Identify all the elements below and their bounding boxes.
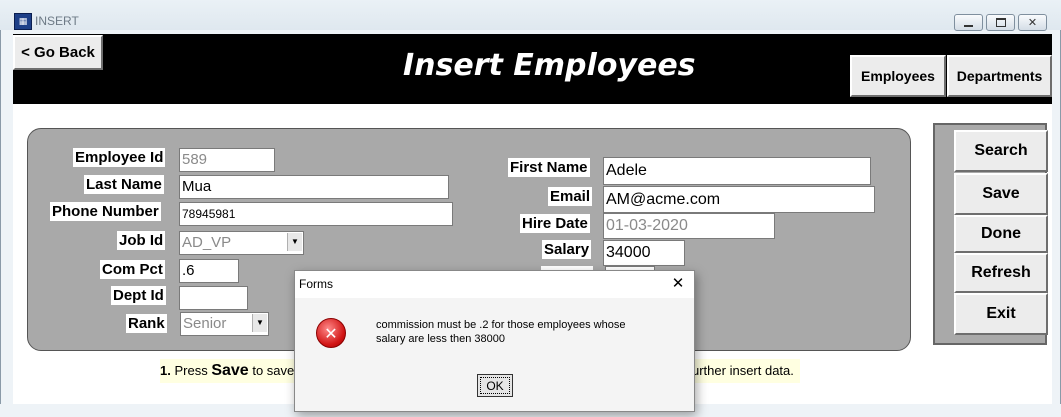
close-button[interactable]: ✕ — [1018, 14, 1047, 31]
rank-value: Senior — [183, 315, 227, 332]
chevron-down-icon[interactable]: ▼ — [287, 233, 302, 251]
save-button[interactable]: Save — [954, 173, 1048, 215]
phone-number-field[interactable]: 78945981 — [179, 202, 453, 226]
phone-number-label: Phone Number — [50, 202, 161, 221]
hire-date-label: Hire Date — [520, 214, 590, 233]
instruction-press: Press — [174, 363, 208, 378]
dept-id-label: Dept Id — [111, 286, 166, 305]
minimize-button[interactable] — [954, 14, 983, 31]
go-back-button[interactable]: < Go Back — [13, 35, 103, 70]
minimize-icon — [964, 24, 973, 27]
done-button[interactable]: Done — [954, 215, 1048, 253]
dialog-close-icon[interactable]: ✕ — [669, 274, 687, 292]
title-bar: ▦ INSERT ✕ — [0, 0, 1061, 31]
last-name-label: Last Name — [84, 175, 164, 194]
email-label: Email — [548, 187, 593, 206]
salary-label: Salary — [542, 240, 592, 259]
error-icon: ✕ — [316, 318, 346, 348]
restore-button[interactable] — [986, 14, 1015, 31]
first-name-field[interactable]: Adele — [603, 157, 871, 185]
refresh-button[interactable]: Refresh — [954, 253, 1048, 293]
email-field[interactable]: AM@acme.com — [603, 186, 875, 213]
chevron-down-icon[interactable]: ▼ — [252, 314, 267, 332]
error-message: commission must be .2 for those employee… — [376, 318, 676, 346]
com-pct-label: Com Pct — [100, 260, 165, 279]
restore-icon — [995, 18, 1006, 27]
job-id-select[interactable]: AD_VP ▼ — [179, 231, 304, 255]
error-message-line2: salary are less then 38000 — [376, 333, 506, 345]
instruction-save-keyword: Save — [211, 362, 249, 379]
hire-date-field[interactable]: 01-03-2020 — [603, 213, 775, 239]
rank-label: Rank — [126, 314, 167, 333]
dept-id-field[interactable] — [179, 286, 248, 310]
instruction-tail: urther insert data. — [692, 359, 794, 383]
employee-id-field[interactable]: 589 — [179, 148, 275, 172]
close-icon: ✕ — [1027, 16, 1038, 29]
last-name-field[interactable]: Mua — [179, 175, 449, 199]
employees-nav-button[interactable]: Employees — [850, 55, 946, 97]
search-button[interactable]: Search — [954, 130, 1048, 172]
job-id-value: AD_VP — [182, 234, 232, 251]
salary-field[interactable]: 34000 — [603, 240, 685, 266]
window-title: INSERT — [35, 14, 79, 28]
job-id-label: Job Id — [117, 231, 166, 250]
instruction-number: 1. — [160, 363, 171, 378]
rank-select[interactable]: Senior ▼ — [180, 312, 269, 336]
exit-button[interactable]: Exit — [954, 293, 1048, 335]
error-dialog: Forms ✕ ✕ commission must be .2 for thos… — [294, 270, 695, 412]
dialog-title: Forms — [299, 277, 333, 291]
first-name-label: First Name — [508, 158, 590, 177]
ok-button[interactable]: OK — [477, 374, 513, 397]
departments-nav-button[interactable]: Departments — [947, 55, 1052, 97]
com-pct-field[interactable]: .6 — [179, 259, 239, 283]
employee-id-label: Employee Id — [73, 148, 166, 167]
page-title: Insert Employees — [403, 48, 696, 83]
app-icon: ▦ — [14, 13, 32, 30]
error-message-line1: commission must be .2 for those employee… — [376, 319, 626, 331]
instruction-text: to save — [252, 363, 295, 378]
